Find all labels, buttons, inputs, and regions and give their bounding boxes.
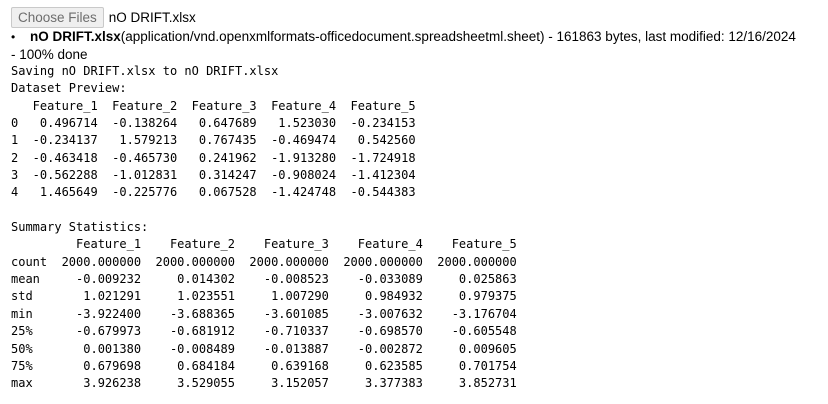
preview-row: 0 0.496714 -0.138264 0.647689 1.523030 -… [11, 116, 416, 131]
summary-statistics-title: Summary Statistics: [11, 220, 149, 235]
file-upload-widget: Choose Files nO DRIFT.xlsx [11, 7, 196, 28]
preview-row: 1 -0.234137 1.579213 0.767435 -0.469474 … [11, 133, 416, 148]
saving-message: Saving nO DRIFT.xlsx to nO DRIFT.xlsx [11, 64, 279, 78]
summary-row-50pct: 50% 0.001380 -0.008489 -0.013887 -0.0028… [11, 341, 517, 356]
cell-output: Saving nO DRIFT.xlsx to nO DRIFT.xlsx Dat… [11, 63, 517, 393]
choose-files-button[interactable]: Choose Files [11, 7, 104, 28]
uploaded-file-list: • nO DRIFT.xlsx(application/vnd.openxmlfo… [11, 28, 826, 63]
preview-row: 3 -0.562288 -1.012831 0.314247 -0.908024… [11, 168, 416, 183]
summary-row-count: count 2000.000000 2000.000000 2000.00000… [11, 254, 517, 269]
summary-row-75pct: 75% 0.679698 0.684184 0.639168 0.623585 … [11, 358, 517, 373]
uploaded-file-name: nO DRIFT.xlsx [30, 29, 121, 44]
summary-row-std: std 1.021291 1.023551 1.007290 0.984932 … [11, 289, 517, 304]
preview-header-row: Feature_1 Feature_2 Feature_3 Feature_4 … [11, 98, 416, 113]
summary-header-row: Feature_1 Feature_2 Feature_3 Feature_4 … [11, 237, 517, 252]
summary-row-min: min -3.922400 -3.688365 -3.601085 -3.007… [11, 306, 517, 321]
uploaded-file-type: (application/vnd.openxmlformats-officedo… [120, 29, 545, 44]
dataset-preview-title: Dataset Preview: [11, 81, 127, 96]
uploaded-file-item: • nO DRIFT.xlsx(application/vnd.openxmlfo… [11, 28, 826, 46]
uploaded-file-meta: - 161863 bytes, last modified: 12/16/202… [544, 29, 796, 44]
upload-progress-text: - 100% done [11, 47, 88, 62]
preview-row: 2 -0.463418 -0.465730 0.241962 -1.913280… [11, 150, 416, 165]
chosen-file-name: nO DRIFT.xlsx [108, 10, 196, 25]
summary-row-mean: mean -0.009232 0.014302 -0.008523 -0.033… [11, 272, 517, 287]
bullet-icon: • [11, 30, 16, 44]
summary-row-25pct: 25% -0.679973 -0.681912 -0.710337 -0.698… [11, 324, 517, 339]
summary-row-max: max 3.926238 3.529055 3.152057 3.377383 … [11, 376, 517, 391]
preview-row: 4 1.465649 -0.225776 0.067528 -1.424748 … [11, 185, 416, 200]
